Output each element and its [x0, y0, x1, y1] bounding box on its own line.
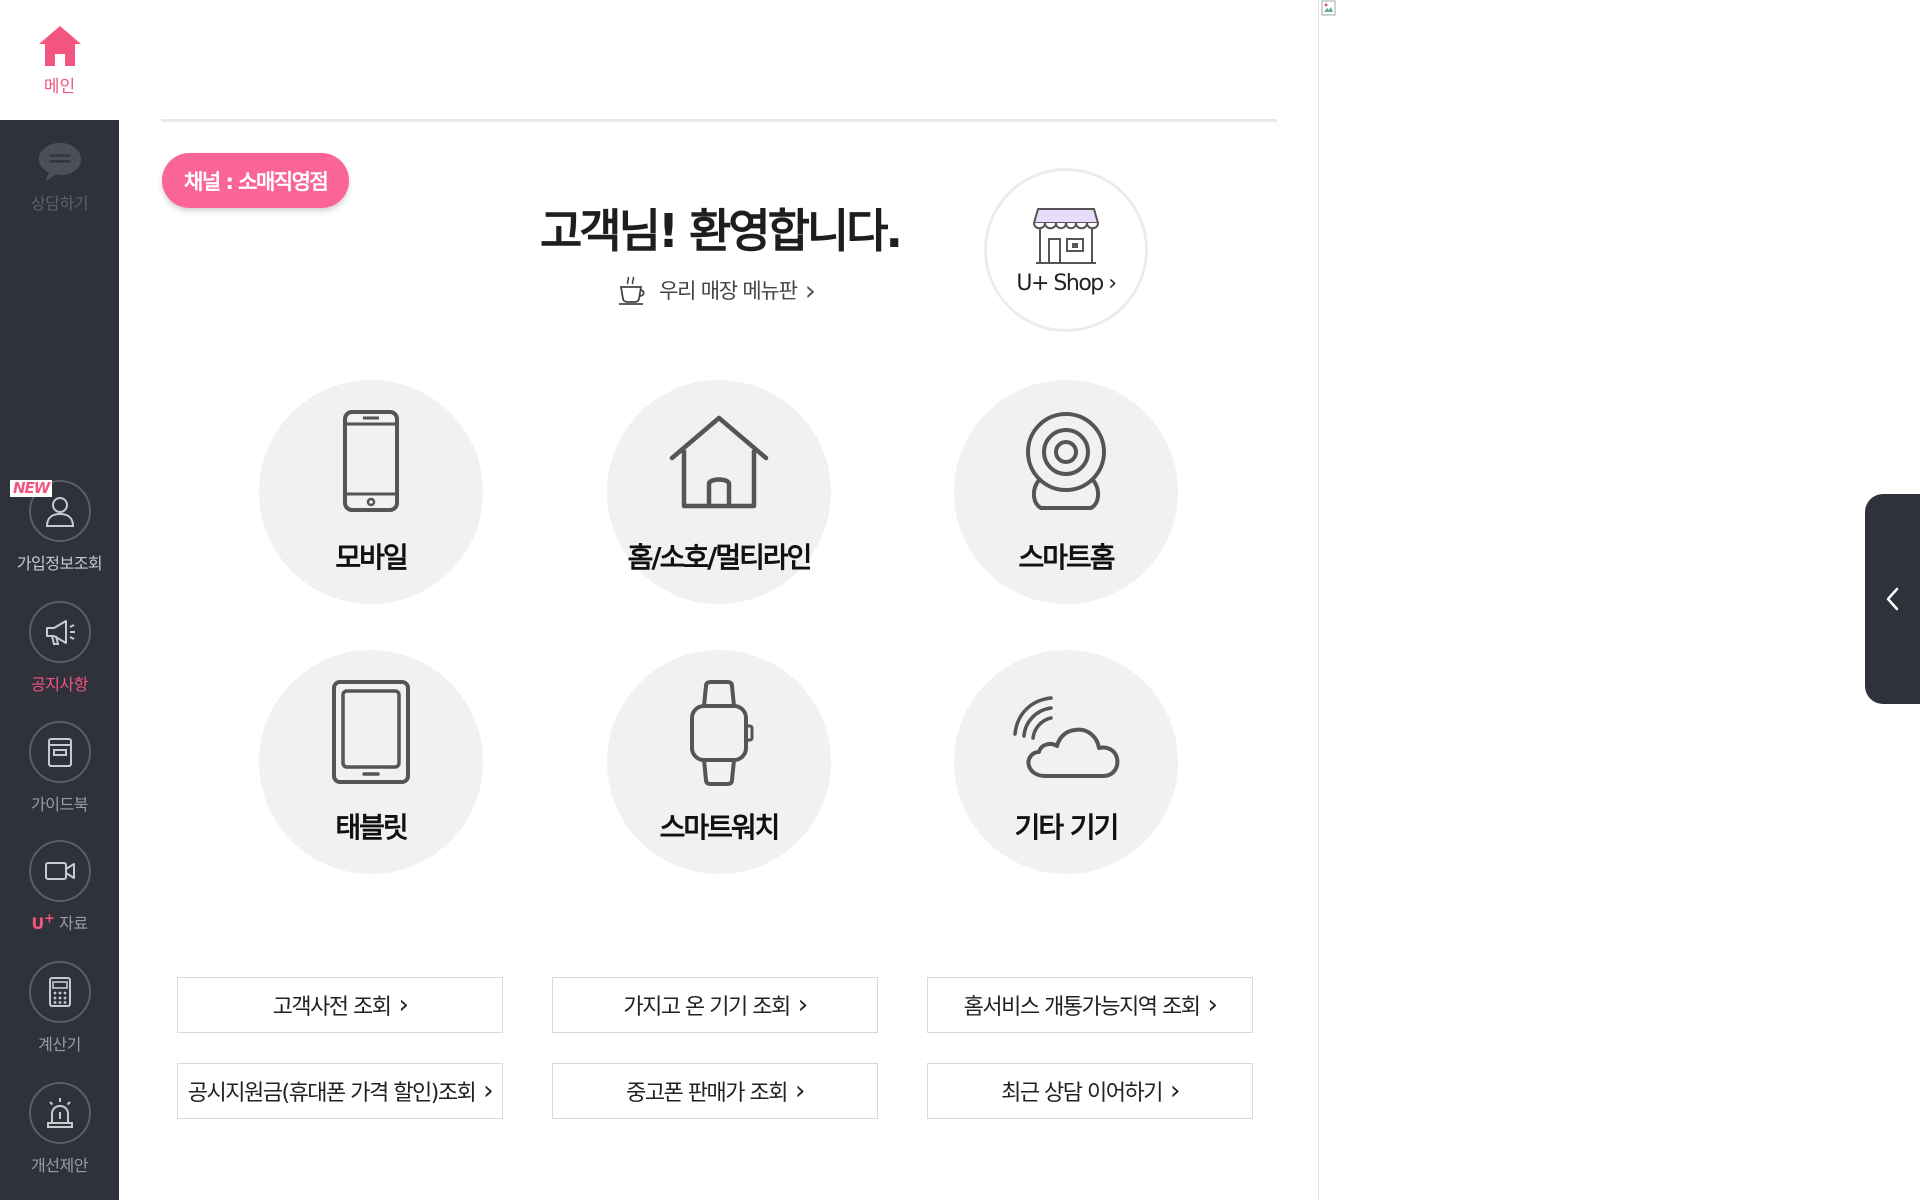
- category-label: 기타 기기: [1014, 811, 1120, 844]
- new-badge: NEW: [10, 480, 53, 497]
- sidebar-item-label: U+ 자료: [31, 910, 88, 934]
- chevron-right-icon: ›: [483, 1076, 493, 1106]
- button-label: 홈서비스 개통가능지역 조회: [963, 995, 1201, 1020]
- sidebar-item-notice[interactable]: 공지사항: [0, 601, 119, 695]
- category-label: 모바일: [335, 541, 408, 574]
- sidebar-item-label: 계산기: [38, 1035, 81, 1054]
- uplus-shop-label-text: U+ Shop: [1016, 270, 1104, 296]
- button-label: 고객사전 조회: [272, 995, 392, 1020]
- book-icon: [47, 738, 72, 767]
- channel-badge: 채널 : 소매직영점: [162, 153, 350, 208]
- button-label: 최근 상담 이어하기: [1001, 1081, 1163, 1106]
- subsidy-lookup-button[interactable]: 공시지원금(휴대폰 가격 할인)조회 ›: [177, 1063, 503, 1119]
- sidebar-item-label: 메인: [43, 76, 76, 97]
- store-menu-link-label: 우리 매장 메뉴판: [659, 279, 798, 303]
- category-mobile[interactable]: 모바일: [259, 380, 483, 604]
- chevron-right-icon: ›: [795, 1076, 805, 1106]
- sidebar-icon-circle: [28, 840, 91, 902]
- cloud-signal-icon: [1013, 696, 1120, 778]
- uplus-shop-label: U+ Shop ›: [1016, 270, 1117, 296]
- megaphone-icon: [45, 620, 75, 645]
- siren-icon: [46, 1098, 73, 1128]
- panel-divider: [1318, 0, 1319, 1200]
- smartphone-icon: [343, 410, 399, 512]
- button-label: 공시지원금(휴대폰 가격 할인)조회: [187, 1081, 477, 1106]
- customer-dictionary-button[interactable]: 고객사전 조회 ›: [177, 977, 503, 1033]
- category-label: 스마트워치: [659, 811, 781, 844]
- sidebar-item-label-text: 자료: [54, 914, 88, 933]
- category-label: 스마트홈: [1018, 541, 1115, 574]
- broken-image-icon: [1321, 0, 1336, 16]
- webcam-icon: [1026, 412, 1106, 510]
- store-icon: [1033, 207, 1099, 264]
- smartwatch-icon: [690, 680, 754, 786]
- calculator-icon: [48, 977, 71, 1007]
- sidebar-icon-circle: [28, 601, 91, 663]
- welcome-heading: 고객님! 환영합니다.: [539, 204, 903, 258]
- chevron-right-icon: ›: [1170, 1076, 1180, 1106]
- sidebar-icon-circle: [28, 1082, 91, 1144]
- sidebar-icon-circle: [28, 961, 91, 1023]
- user-icon: [45, 497, 74, 527]
- resume-recent-consult-button[interactable]: 최근 상담 이어하기 ›: [927, 1063, 1253, 1119]
- sidebar-item-calculator[interactable]: 계산기: [0, 961, 119, 1055]
- brought-device-lookup-button[interactable]: 가지고 온 기기 조회 ›: [552, 977, 878, 1033]
- chevron-right-icon: ›: [797, 990, 808, 1020]
- button-label: 중고폰 판매가 조회: [626, 1081, 788, 1106]
- uplus-shop-button[interactable]: U+ Shop ›: [984, 168, 1148, 332]
- chevron-right-icon: ›: [398, 990, 409, 1020]
- house-icon: [669, 415, 769, 509]
- sidebar-item-label: 공지사항: [31, 675, 88, 694]
- category-home-soho-multiline[interactable]: 홈/소호/멀티라인: [607, 380, 831, 604]
- category-smartwatch[interactable]: 스마트워치: [607, 650, 831, 874]
- home-service-area-lookup-button[interactable]: 홈서비스 개통가능지역 조회 ›: [927, 977, 1253, 1033]
- sidebar-item-main[interactable]: 메인: [0, 0, 119, 120]
- sidebar-item-label: 가입정보조회: [16, 554, 103, 573]
- sidebar-item-uplus-data[interactable]: U+ 자료: [0, 840, 119, 934]
- category-tablet[interactable]: 태블릿: [259, 650, 483, 874]
- coffee-cup-icon: [619, 276, 645, 305]
- sidebar-item-subscription-info[interactable]: NEW 가입정보조회: [0, 480, 119, 574]
- sidebar-item-label: 가이드북: [31, 795, 88, 814]
- chevron-right-icon: ›: [1207, 990, 1217, 1020]
- chevron-left-icon: [1886, 587, 1898, 611]
- chevron-right-icon: ›: [1108, 270, 1117, 296]
- sidebar-item-consult[interactable]: 상담하기: [0, 140, 119, 214]
- category-other-devices[interactable]: 기타 기기: [954, 650, 1178, 874]
- uplus-logo-plus: +: [43, 911, 55, 927]
- sidebar: 메인 상담하기 NEW 가입정보조회 공지사항 가이드북 U+ 자료 계산기 개…: [0, 0, 119, 1200]
- chat-icon: [38, 142, 81, 182]
- home-icon: [38, 25, 81, 66]
- sidebar-item-label: 개선제안: [31, 1156, 88, 1175]
- sidebar-item-guidebook[interactable]: 가이드북: [0, 721, 119, 815]
- store-menu-link[interactable]: 우리 매장 메뉴판 ›: [615, 273, 816, 307]
- uplus-logo-text: U: [31, 914, 44, 933]
- tablet-icon: [332, 680, 410, 784]
- chevron-right-icon: ›: [804, 273, 816, 307]
- category-label: 홈/소호/멀티라인: [627, 541, 813, 574]
- category-smart-home[interactable]: 스마트홈: [954, 380, 1178, 604]
- sidebar-item-label: 상담하기: [31, 194, 88, 213]
- category-label: 태블릿: [335, 811, 408, 844]
- button-label: 가지고 온 기기 조회: [623, 995, 791, 1020]
- divider: [161, 119, 1277, 122]
- video-icon: [44, 862, 75, 880]
- panel-toggle-button[interactable]: [1865, 494, 1920, 704]
- used-phone-price-button[interactable]: 중고폰 판매가 조회 ›: [552, 1063, 878, 1119]
- sidebar-icon-circle: [28, 721, 91, 783]
- sidebar-item-suggestion[interactable]: 개선제안: [0, 1082, 119, 1176]
